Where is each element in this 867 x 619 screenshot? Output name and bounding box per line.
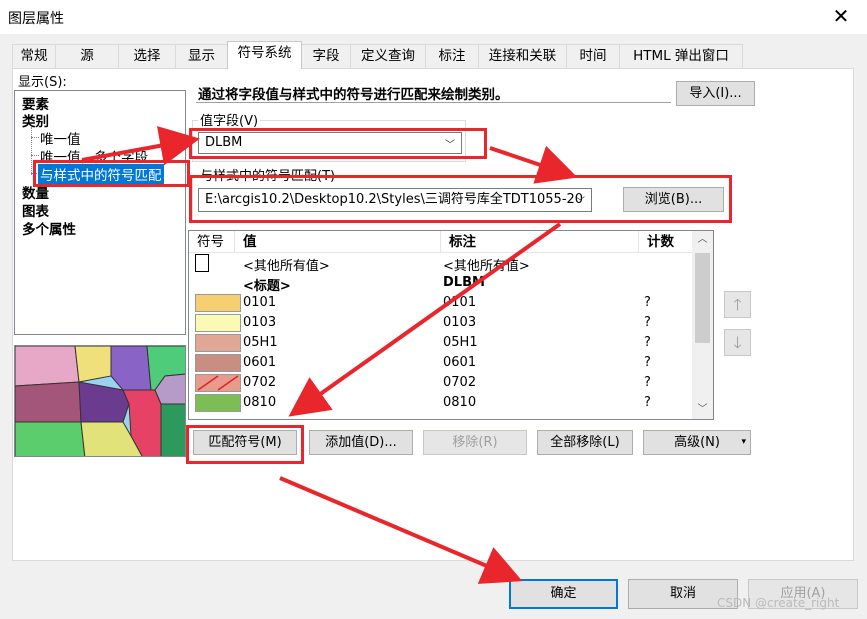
tab-joins-relates[interactable]: 连接和关联 [478,44,567,68]
tab-definition-query[interactable]: 定义查询 [350,44,426,68]
cell-count: ? [644,335,651,350]
close-icon[interactable]: ✕ [826,2,856,30]
cell-label: DLBM [443,275,485,290]
table-row[interactable]: 0702 0702? [189,373,689,393]
column-header-count[interactable]: 计数 [639,231,693,253]
tree-item-multiple-attributes[interactable]: 多个属性 [22,218,76,238]
chevron-down-icon: ﹀ [575,197,585,208]
symbol-table: 符号 值 标注 计数 <其他所有值> <其他所有值> <标题> DLBM 0101 010… [188,230,714,420]
cell-count: ? [644,395,651,410]
cell-label: 0702 [443,375,477,390]
column-header-symbol[interactable]: 符号 [189,231,235,253]
match-symbols-button[interactable]: 匹配符号(M) [193,430,297,455]
table-scrollbar[interactable]: ︿ ﹀ [692,231,713,419]
symbol-swatch[interactable] [195,254,209,272]
cell-value: <其他所有值> [243,259,330,274]
symbology-tree: 要素 类别 唯一值 唯一值，多个字段 与样式中的符号匹配 数量 图表 多个属性 [14,90,186,335]
preview-map-image [14,345,186,457]
tab-source[interactable]: 源 [55,44,119,68]
tab-selection[interactable]: 选择 [118,44,176,68]
tree-item-categories[interactable]: 类别 [22,110,49,130]
remove-button[interactable]: 移除(R) [423,430,527,455]
cell-count: ? [644,375,651,390]
cell-count: ? [644,295,651,310]
cell-value: <标题> [243,279,291,294]
cell-label: 0601 [443,355,477,370]
tab-general[interactable]: 常规 [12,44,56,68]
description-divider [196,102,671,103]
symbol-swatch[interactable] [195,294,241,312]
cell-label: 0101 [443,295,477,310]
title-bar [0,0,867,34]
add-values-button[interactable]: 添加值(D)... [309,430,413,455]
style-match-label: 与样式中的符号匹配(T) [198,165,338,184]
table-row[interactable]: 05H1 05H1? [189,333,689,353]
chevron-down-icon: ﹀ [445,140,455,151]
cell-label: 0103 [443,315,477,330]
symbol-swatch[interactable] [195,394,241,412]
cell-value: 0601 [243,355,277,370]
tab-fields[interactable]: 字段 [301,44,351,68]
symbol-swatch[interactable] [195,334,241,352]
show-label: 显示(S): [18,75,67,90]
symbol-swatch[interactable] [195,374,241,392]
symbol-swatch[interactable] [195,314,241,332]
dropdown-arrow-icon: ▾ [741,437,746,447]
table-row[interactable]: 0601 0601? [189,353,689,373]
cell-label: 05H1 [443,335,478,350]
style-path-value: E:\arcgis10.2\Desktop10.2\Styles\三调符号库全T… [205,192,584,207]
tab-strip: 常规 源 选择 显示 符号系统 字段 定义查询 标注 连接和关联 时间 HTML… [12,41,752,69]
cell-value: 0103 [243,315,277,330]
advanced-label: 高级(N) [674,435,720,450]
remove-all-button[interactable]: 全部移除(L) [537,430,633,455]
scroll-thumb[interactable] [695,253,710,343]
tree-item-charts[interactable]: 图表 [22,200,49,220]
value-field-dropdown[interactable]: DLBM ﹀ [198,132,462,154]
column-header-value[interactable]: 值 [235,231,441,253]
table-row[interactable]: 0810 0810? [189,393,689,413]
preview-map-shapes [15,346,185,456]
table-row[interactable]: <标题> DLBM [189,273,689,294]
scroll-up-icon[interactable]: ︿ [692,231,713,249]
cell-label: <其他所有值> [443,259,530,274]
cell-value: 05H1 [243,335,278,350]
arrow-down-icon[interactable]: 🡓 [724,329,751,356]
tree-item-quantities[interactable]: 数量 [22,182,49,202]
tab-display[interactable]: 显示 [175,44,228,68]
browse-button[interactable]: 浏览(B)... [623,187,724,212]
cell-value: 0702 [243,375,277,390]
description-text: 通过将字段值与样式中的符号进行匹配来绘制类别。 [198,87,509,103]
style-path-dropdown[interactable]: E:\arcgis10.2\Desktop10.2\Styles\三调符号库全T… [198,188,592,212]
cell-value: 0101 [243,295,277,310]
ok-button[interactable]: 确定 [509,579,618,609]
tab-symbology[interactable]: 符号系统 [227,41,302,69]
symbol-swatch[interactable] [195,354,241,372]
cell-value: 0810 [243,395,277,410]
value-field-label: 值字段(V) [198,110,261,129]
arrow-up-icon[interactable]: 🡑 [724,291,751,318]
tree-item-unique-values[interactable]: 唯一值 [40,128,81,148]
scroll-down-icon[interactable]: ﹀ [692,401,713,419]
advanced-button[interactable]: 高级(N) ▾ [643,430,751,455]
tab-html-popup[interactable]: HTML 弹出窗口 [619,44,743,68]
tab-labels[interactable]: 标注 [425,44,479,68]
watermark: CSDN @create_right [717,596,840,610]
tree-item-unique-values-many-fields[interactable]: 唯一值，多个字段 [40,146,160,166]
window-title: 图层属性 [8,11,64,27]
cell-count: ? [644,355,651,370]
tab-time[interactable]: 时间 [566,44,620,68]
cell-count: ? [644,315,651,330]
value-field-value: DLBM [205,135,243,150]
table-row[interactable]: 0103 0103? [189,313,689,333]
cell-label: 0810 [443,395,477,410]
tree-item-match-to-style[interactable]: 与样式中的符号匹配 [38,164,164,184]
column-header-label[interactable]: 标注 [441,231,639,253]
import-button[interactable]: 导入(I)... [676,81,755,106]
table-row[interactable]: <其他所有值> <其他所有值> [189,253,689,274]
table-row[interactable]: 0101 0101? [189,293,689,313]
